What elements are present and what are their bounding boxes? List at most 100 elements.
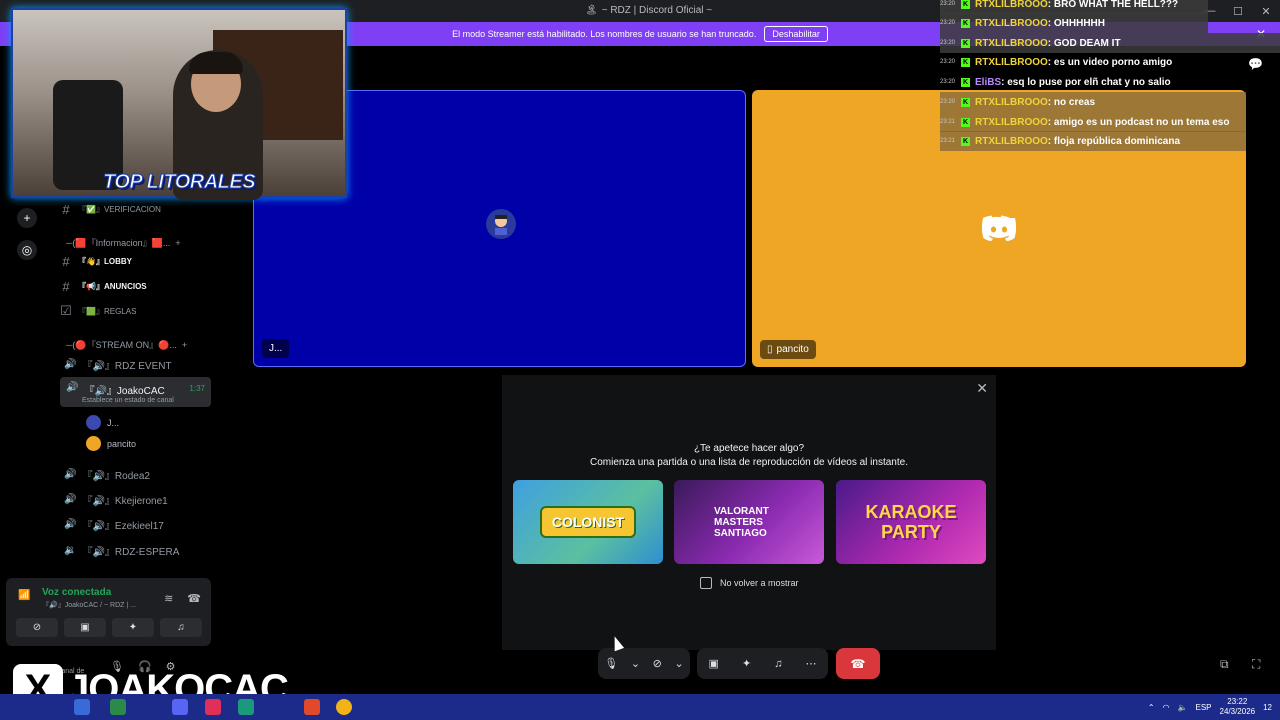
streamer-banner-text: El modo Streamer está habilitado. Los no… [452,29,757,39]
tile-name-label: ▯ pancito [760,340,816,359]
voice-channel-ezekieel17[interactable]: 🔊 『🔊』Ezekieel17 [64,517,164,532]
activity-card-valorant[interactable]: VALORANT MASTERS SANTIAGO [674,480,824,564]
voice-channel-rdz-espera[interactable]: 🔉 『🔊』RDZ-ESPERA [64,543,179,558]
microphone-icon[interactable]: 🎙 [604,657,618,670]
chat-user: EliBS [975,76,1002,88]
channel-verificacion[interactable]: # 『✅』VERIFICACION [54,198,212,220]
chat-text: : esq lo puse por elñ chat y no salio [1001,76,1171,88]
channel-reglas[interactable]: ☑ 『🟩』REGLAS [54,300,212,322]
voice-channel-joakocac[interactable]: 🔊 『🔊』JoakoCAC 1:37 Establece un estado d… [60,377,211,407]
disconnect-call-button[interactable]: ☎ [836,648,880,679]
screen-share-button[interactable]: ▣ [64,618,106,637]
activities-icon[interactable]: ✦ [742,657,751,670]
chat-user: RTXLILBROOO [975,56,1048,68]
notification-count[interactable]: 12 [1263,703,1272,712]
avatar [86,436,101,451]
screen-share-icon[interactable]: ▣ [709,657,719,670]
app-icon[interactable] [110,699,126,715]
kick-badge-icon: K [961,136,970,146]
avatar [486,209,516,239]
voice-status[interactable]: Voz conectada [42,587,111,598]
voice-channel-rdz-event[interactable]: 🔊 『🔊』RDZ EVENT [64,357,172,372]
chat-time: 23:20 [940,20,956,26]
clock[interactable]: 23:22 24/3/2026 [1220,697,1256,717]
chat-time: 23:20 [940,59,956,65]
channel-lobby[interactable]: # 『👋』LOBBY [54,250,212,272]
checkbox-box[interactable] [700,577,712,589]
more-icon[interactable]: ⋯ [805,657,816,670]
voice-channel-label: 『🔊』RDZ EVENT [82,361,172,372]
kick-badge-icon: K [961,0,970,9]
chevron-down-icon[interactable]: ⌄ [631,657,640,670]
signal-icon[interactable]: 📶 [18,590,34,606]
activities-button[interactable]: ✦ [112,618,154,637]
channel-status[interactable]: Establece un estado de canal [82,397,174,404]
kick-badge-icon: K [961,57,970,67]
speaker-icon: 🔊 [64,519,77,530]
channel-anuncios[interactable]: # 『📢』ANUNCIOS [54,275,212,297]
member-pancito[interactable]: pancito [86,436,136,451]
clock-date: 24/3/2026 [1219,707,1256,716]
voice-channel-path[interactable]: 『🔊』JoakoCAC / ~ RDZ | ... [42,600,136,610]
fullscreen-icon[interactable]: ⛶ [1252,657,1260,672]
activity-card-karaoke[interactable]: KARAOKE PARTY [836,480,986,564]
chat-message: 23:20 K RTXLILBROOO: OHHHHHH [940,13,1208,33]
speaker-icon: 🔊 [66,382,79,393]
file-explorer-icon[interactable] [74,699,90,715]
close-icon[interactable]: ✕ [976,380,988,397]
voice-channel-label: 『🔊』Ezekieel17 [82,521,164,532]
voice-channel-kkejierone1[interactable]: 🔊 『🔊』Kkejierone1 [64,492,168,507]
server-icon: 🏝 [585,5,598,16]
channel-label: 『✅』VERIFICACION [78,204,161,214]
disconnect-icon[interactable]: ☎ [187,592,201,605]
brave-icon[interactable] [304,699,320,715]
activity-title: ¿Te apetece hacer algo? [693,443,805,454]
chevron-up-icon[interactable]: ⌃ [1148,703,1155,712]
window-controls: — ☐ ✕ [1196,0,1280,22]
window-title: ~ RDZ | Discord Oficial ~ [601,5,713,16]
popout-icon[interactable]: ⧉ [1220,657,1229,672]
chevron-down-icon[interactable]: ⌄ [674,657,683,670]
hash-icon: # [62,201,70,217]
activity-card-colonist[interactable]: COLONIST [513,480,663,564]
app-icon[interactable] [238,699,254,715]
voice-channel-label: 『🔊』JoakoCAC [84,386,165,397]
camera-off-button[interactable]: ⊘ [16,618,58,637]
chat-message: 23:21 K RTXLILBROOO: floja república domin… [940,131,1246,151]
chat-user: RTXLILBROOO [975,0,1048,10]
discover-icon[interactable]: ◎ [17,240,37,260]
speaker-icon: 🔊 [64,359,77,370]
tile-name: pancito [776,344,809,355]
chat-bubble-icon[interactable]: 💬 [1248,57,1263,71]
chrome-icon[interactable] [336,699,352,715]
chat-user: RTXLILBROOO [975,17,1048,29]
wifi-icon[interactable]: ◠ [1163,703,1170,712]
close-icon[interactable]: ✕ [1252,0,1280,22]
chat-user: RTXLILBROOO [975,37,1048,49]
channel-label: 『🟩』REGLAS [78,306,137,316]
tile-name: J... [269,343,283,354]
member-j[interactable]: J... [86,415,119,430]
chat-message: 23:21 K RTXLILBROOO: amigo es un podcast n… [940,112,1246,132]
voice-duration: 1:37 [189,384,205,393]
discord-taskbar-icon[interactable] [172,699,188,715]
volume-icon[interactable]: 🔈 [1178,703,1188,712]
language-indicator[interactable]: ESP [1195,703,1211,712]
soundboard-button[interactable]: ♫ [160,618,202,637]
disable-streamer-button[interactable]: Deshabilitar [764,26,828,42]
soundboard-icon[interactable]: ♫ [774,658,782,670]
activity-card-label: COLONIST [539,506,637,538]
maximize-icon[interactable]: ☐ [1224,0,1252,22]
category-stream-on[interactable]: ─(🔴『STREAM ON』🔴... + [66,338,187,351]
app-icon[interactable] [205,699,221,715]
add-server-icon[interactable]: + [17,208,37,228]
dont-show-again-checkbox[interactable]: No volver a mostrar [700,577,799,589]
noise-suppression-icon[interactable]: ≋ [164,592,173,605]
chat-time: 23:21 [940,138,956,144]
mobile-icon: ▯ [767,344,773,355]
camera-off-icon[interactable]: ⊘ [653,657,662,670]
category-informacion[interactable]: ─(🟥『Informacion』🟥... + [66,236,181,249]
voice-channel-label: 『🔊』Rodea2 [82,471,150,482]
activity-launcher: ✕ ¿Te apetece hacer algo? Comienza una p… [502,375,996,650]
voice-channel-rodea2[interactable]: 🔊 『🔊』Rodea2 [64,467,150,482]
